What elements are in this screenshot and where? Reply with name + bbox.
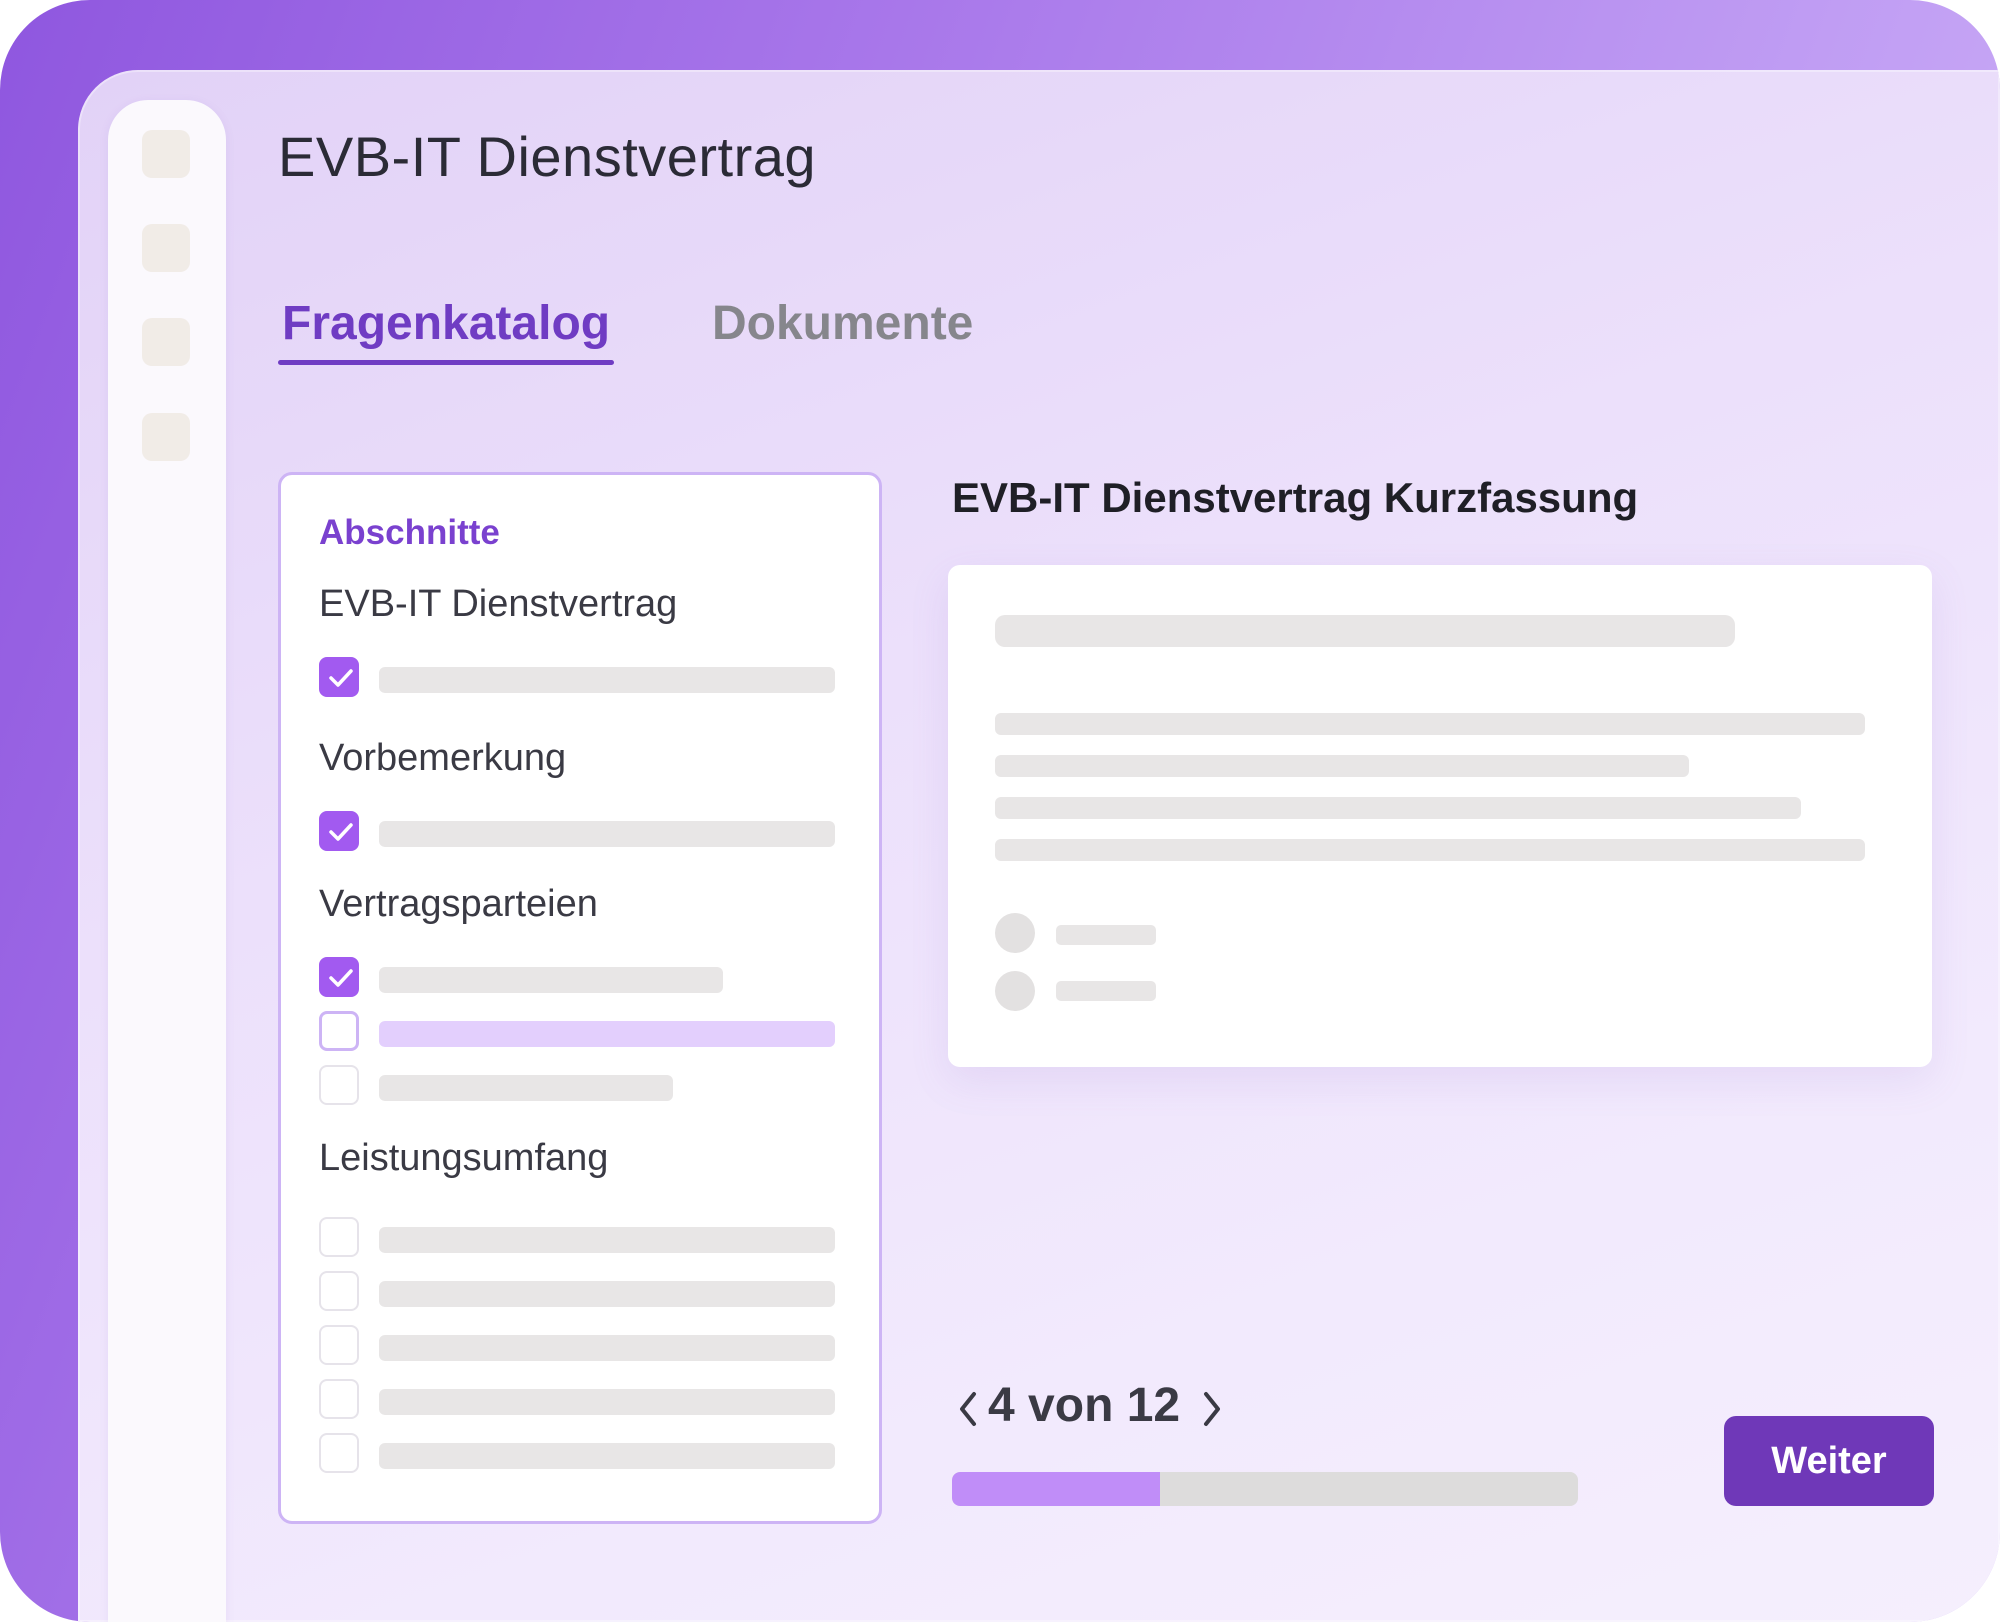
pagination-separator: von bbox=[1028, 1379, 1114, 1432]
checkbox-unchecked[interactable] bbox=[319, 1011, 359, 1051]
check-icon bbox=[329, 823, 353, 841]
page-title: EVB-IT Dienstvertrag bbox=[278, 125, 817, 188]
item-label-placeholder bbox=[379, 667, 835, 693]
item-label-placeholder bbox=[379, 1227, 835, 1253]
sections-panel: Abschnitte EVB-IT Dienstvertrag Vorbemer… bbox=[278, 472, 882, 1524]
chevron-left-icon[interactable] bbox=[948, 1384, 988, 1434]
section-item[interactable] bbox=[319, 1271, 859, 1311]
section-item[interactable] bbox=[319, 811, 859, 851]
section-item[interactable] bbox=[319, 1325, 859, 1365]
preview-bullet-placeholder bbox=[995, 971, 1035, 1011]
section-title[interactable]: Vorbemerkung bbox=[319, 737, 566, 780]
sections-heading: Abschnitte bbox=[319, 513, 500, 552]
sidebar-item-placeholder[interactable] bbox=[142, 413, 190, 461]
checkbox-unchecked[interactable] bbox=[319, 1271, 359, 1311]
pagination-current: 4 bbox=[988, 1379, 1015, 1432]
section-item[interactable] bbox=[319, 1433, 859, 1473]
item-label-placeholder bbox=[379, 1335, 835, 1361]
check-icon bbox=[329, 969, 353, 987]
app-frame: EVB-IT Dienstvertrag Fragenkatalog Dokum… bbox=[0, 0, 2000, 1622]
preview-bullet-text-placeholder bbox=[1056, 981, 1156, 1001]
checkbox-checked[interactable] bbox=[319, 811, 359, 851]
checkbox-unchecked[interactable] bbox=[319, 1065, 359, 1105]
section-title[interactable]: Leistungsumfang bbox=[319, 1137, 608, 1180]
progress-bar bbox=[952, 1472, 1578, 1506]
checkbox-checked[interactable] bbox=[319, 957, 359, 997]
preview-line-placeholder bbox=[995, 839, 1865, 861]
preview-bullet-placeholder bbox=[995, 913, 1035, 953]
item-label-placeholder bbox=[379, 1021, 835, 1047]
item-label-placeholder bbox=[379, 967, 723, 993]
sidebar-item-placeholder[interactable] bbox=[142, 130, 190, 178]
item-label-placeholder bbox=[379, 1389, 835, 1415]
preview-line-placeholder bbox=[995, 755, 1689, 777]
pagination-total: 12 bbox=[1126, 1379, 1181, 1432]
tab-dokumente[interactable]: Dokumente bbox=[708, 296, 977, 365]
item-label-placeholder bbox=[379, 821, 835, 847]
sidebar-item-placeholder[interactable] bbox=[142, 318, 190, 366]
item-label-placeholder bbox=[379, 1281, 835, 1307]
sidebar-item-placeholder[interactable] bbox=[142, 224, 190, 272]
checkbox-unchecked[interactable] bbox=[319, 1433, 359, 1473]
checkbox-unchecked[interactable] bbox=[319, 1325, 359, 1365]
section-title[interactable]: Vertragsparteien bbox=[319, 883, 598, 926]
pagination-label: 4 von 12 bbox=[988, 1378, 1180, 1433]
next-button[interactable]: Weiter bbox=[1724, 1416, 1934, 1506]
preview-title-placeholder bbox=[995, 615, 1735, 647]
checkbox-unchecked[interactable] bbox=[319, 1379, 359, 1419]
tab-fragenkatalog[interactable]: Fragenkatalog bbox=[278, 296, 615, 365]
section-title[interactable]: EVB-IT Dienstvertrag bbox=[319, 583, 677, 626]
check-icon bbox=[329, 669, 353, 687]
checkbox-checked[interactable] bbox=[319, 657, 359, 697]
sidebar-rail bbox=[108, 100, 226, 1622]
checkbox-unchecked[interactable] bbox=[319, 1217, 359, 1257]
preview-line-placeholder bbox=[995, 797, 1801, 819]
preview-line-placeholder bbox=[995, 713, 1865, 735]
app-window: EVB-IT Dienstvertrag Fragenkatalog Dokum… bbox=[78, 70, 2000, 1622]
section-item[interactable] bbox=[319, 657, 859, 697]
section-item-current[interactable] bbox=[319, 1011, 859, 1051]
item-label-placeholder bbox=[379, 1075, 673, 1101]
progress-bar-fill bbox=[952, 1472, 1161, 1506]
chevron-right-icon[interactable] bbox=[1192, 1384, 1232, 1434]
section-item[interactable] bbox=[319, 1065, 859, 1105]
document-preview bbox=[948, 565, 1932, 1067]
document-heading: EVB-IT Dienstvertrag Kurzfassung bbox=[952, 474, 1639, 521]
preview-bullet-text-placeholder bbox=[1056, 925, 1156, 945]
section-item[interactable] bbox=[319, 1217, 859, 1257]
section-item[interactable] bbox=[319, 1379, 859, 1419]
item-label-placeholder bbox=[379, 1443, 835, 1469]
section-item[interactable] bbox=[319, 957, 859, 997]
